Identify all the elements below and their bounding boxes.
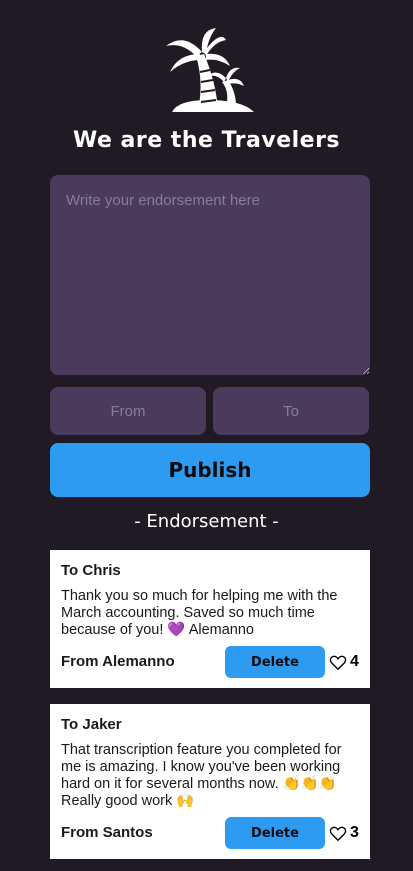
publish-button[interactable]: Publish xyxy=(50,443,370,497)
from-input[interactable] xyxy=(50,387,206,435)
card-recipient: To Jaker xyxy=(61,716,122,733)
like-button[interactable]: 4 xyxy=(329,652,359,672)
app-root: We are the Travelers Publish - Endorseme… xyxy=(0,0,413,871)
card-message: Thank you so much for helping me with th… xyxy=(61,588,338,638)
delete-button[interactable]: Delete xyxy=(225,817,325,849)
card-message: That transcription feature you completed… xyxy=(61,742,342,809)
card-sender: From Alemanno xyxy=(61,653,175,670)
like-button[interactable]: 3 xyxy=(329,823,359,843)
endorsement-textarea[interactable] xyxy=(50,175,370,375)
heart-outline-icon xyxy=(329,655,347,670)
card-sender: From Santos xyxy=(61,824,153,841)
endorsement-card: To Jaker That transcription feature you … xyxy=(50,704,370,859)
section-title: - Endorsement - xyxy=(134,511,279,532)
card-footer: From Santos Delete 3 xyxy=(61,817,359,849)
to-input[interactable] xyxy=(213,387,369,435)
delete-button[interactable]: Delete xyxy=(225,646,325,678)
like-count: 3 xyxy=(350,824,359,841)
endorsement-card: To Chris Thank you so much for helping m… xyxy=(50,550,370,688)
heart-outline-icon xyxy=(329,826,347,841)
card-footer: From Alemanno Delete 4 xyxy=(61,646,359,678)
like-count: 4 xyxy=(350,653,359,670)
palm-trees-island-icon xyxy=(166,28,254,112)
page-title: We are the Travelers xyxy=(72,128,341,153)
card-recipient: To Chris xyxy=(61,562,121,579)
